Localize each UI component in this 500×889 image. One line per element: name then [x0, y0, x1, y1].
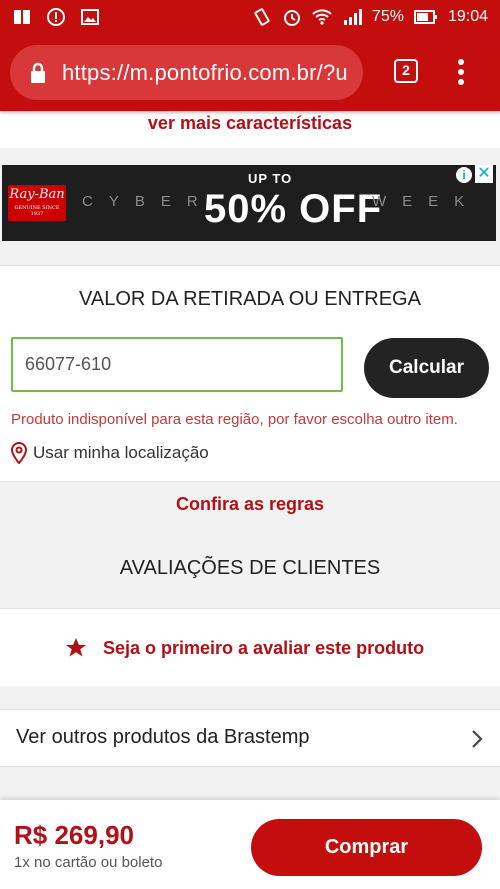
location-pin-icon: [11, 442, 27, 464]
image-icon: [81, 9, 99, 25]
ad-right-word: WEEK: [372, 193, 481, 210]
shipping-title: VALOR DA RETIRADA OU ENTREGA: [79, 288, 421, 310]
first-review-link[interactable]: Seja o primeiro a avaliar este produto: [65, 637, 424, 659]
ad-discount: 50% OFF: [204, 187, 383, 231]
use-location-label: Usar minha localização: [33, 443, 209, 462]
rules-link[interactable]: Confira as regras: [0, 494, 500, 515]
calculate-button[interactable]: Calcular: [364, 338, 489, 398]
overflow-menu-icon[interactable]: [451, 57, 471, 87]
book-icon: [14, 10, 30, 24]
alert-circle-icon: [47, 8, 65, 26]
reviews-title: AVALIAÇÕES DE CLIENTES: [119, 557, 381, 579]
battery-icon: [413, 10, 437, 24]
signal-icon: [343, 9, 362, 25]
unavailable-message: Produto indisponível para esta região, p…: [11, 411, 458, 428]
use-location-link[interactable]: Usar minha localização: [11, 442, 209, 464]
brand-logo: Ray-Ban GENUINE SINCE 1937: [8, 185, 66, 221]
ad-up-to: UP TO: [248, 171, 293, 186]
star-icon: [66, 638, 86, 657]
browser-toolbar: https://m.pontofrio.com.br/?u 2: [0, 35, 500, 111]
ad-info-icon[interactable]: i: [456, 167, 472, 183]
first-review-section: Seja o primeiro a avaliar este produto: [0, 608, 500, 686]
installments-text: 1x no cartão ou boleto: [14, 854, 163, 871]
buy-bar: R$ 269,90 1x no cartão ou boleto Comprar: [0, 800, 500, 889]
ad-banner[interactable]: Ray-Ban GENUINE SINCE 1937 CYBER UP TO 5…: [2, 165, 496, 241]
clock: 19:04: [447, 8, 488, 25]
chevron-right-icon: [472, 730, 483, 748]
more-features-link[interactable]: ver mais características: [148, 113, 352, 133]
status-bar: 75% 19:04: [0, 0, 500, 35]
lock-icon: [31, 62, 45, 83]
buy-button[interactable]: Comprar: [251, 819, 482, 876]
other-products-label: Ver outros produtos da Brastemp: [16, 726, 310, 748]
cep-input[interactable]: [11, 337, 343, 392]
other-products-row[interactable]: Ver outros produtos da Brastemp: [0, 709, 500, 767]
vibrate-icon: [254, 8, 270, 26]
tab-switcher-button[interactable]: 2: [394, 59, 418, 83]
product-price: R$ 269,90: [14, 820, 134, 850]
wifi-icon: [312, 9, 332, 25]
url-text[interactable]: https://m.pontofrio.com.br/?u: [62, 60, 348, 86]
battery-percent: 75%: [371, 8, 404, 25]
ad-close-icon[interactable]: ✕: [475, 165, 493, 183]
address-bar[interactable]: https://m.pontofrio.com.br/?u: [10, 45, 363, 100]
first-review-label: Seja o primeiro a avaliar este produto: [103, 637, 425, 658]
alarm-icon: [283, 10, 300, 26]
more-features-section: ver mais características: [0, 111, 500, 148]
ad-left-word: CYBER: [82, 193, 214, 210]
shipping-section: VALOR DA RETIRADA OU ENTREGA Calcular Pr…: [0, 265, 500, 482]
